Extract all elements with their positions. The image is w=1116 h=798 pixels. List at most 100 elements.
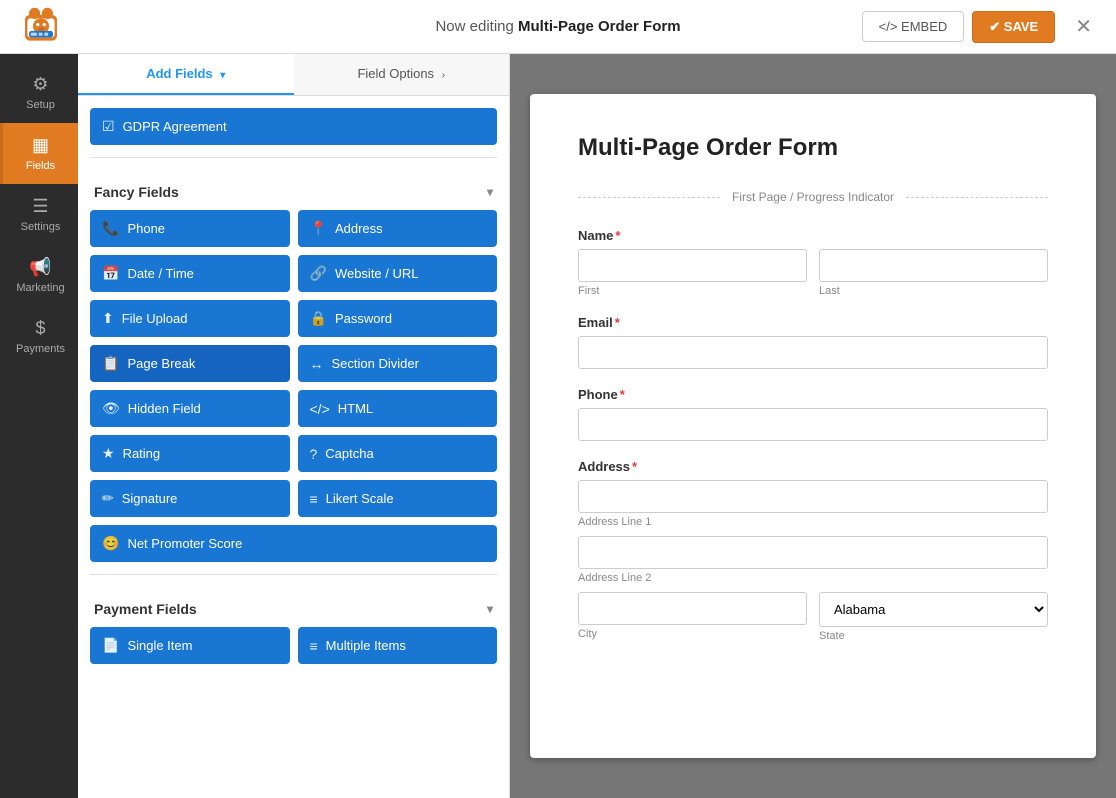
field-name: Name* First Last: [578, 228, 1048, 297]
page-indicator: First Page / Progress Indicator: [578, 190, 1048, 204]
form-title: Multi-Page Order Form: [578, 134, 1048, 162]
address-line2-input[interactable]: [578, 536, 1048, 569]
captcha-icon: ?: [310, 446, 318, 462]
sidebar-item-payments[interactable]: $ Payments: [0, 306, 78, 367]
single-item-icon: 📄: [102, 637, 119, 654]
address-state-select[interactable]: Alabama: [819, 592, 1048, 627]
sidebar-item-fields-label: Fields: [26, 160, 55, 172]
form-preview: Multi-Page Order Form First Page / Progr…: [510, 54, 1116, 798]
fancy-fields-chevron: ▾: [487, 185, 493, 199]
hidden-field-icon: 👁: [102, 400, 120, 417]
multiple-items-icon: ≡: [310, 638, 318, 654]
date-time-icon: 📅: [102, 265, 119, 282]
html-icon: </>: [310, 401, 330, 417]
section-divider-icon: ↔: [310, 356, 324, 372]
required-asterisk-address: *: [632, 459, 637, 474]
field-btn-phone[interactable]: 📞 Phone: [90, 210, 290, 247]
setup-icon: ⚙: [32, 74, 48, 95]
page-indicator-line-left: [578, 197, 720, 198]
email-input[interactable]: [578, 336, 1048, 369]
name-last-input[interactable]: [819, 249, 1048, 282]
name-last-sublabel: Last: [819, 285, 1048, 297]
sidebar-item-fields[interactable]: ▦ Fields: [0, 123, 78, 184]
required-asterisk-email: *: [615, 315, 620, 330]
app-logo: [16, 5, 66, 49]
close-button[interactable]: ✕: [1067, 10, 1100, 43]
address-city-sublabel: City: [578, 628, 807, 640]
tab-add-arrow: ▾: [220, 70, 225, 81]
file-upload-icon: ⬆: [102, 310, 114, 327]
rating-icon: ★: [102, 445, 115, 462]
form-name: Multi-Page Order Form: [518, 18, 681, 35]
name-first-sublabel: First: [578, 285, 807, 297]
form-editing-label: Now editing Multi-Page Order Form: [435, 18, 680, 35]
field-btn-date-time[interactable]: 📅 Date / Time: [90, 255, 290, 292]
fancy-fields-grid: 📞 Phone 📍 Address 📅 Date / Time 🔗 Websit…: [90, 210, 497, 562]
field-btn-file-upload[interactable]: ⬆ File Upload: [90, 300, 290, 337]
top-bar-actions: </> EMBED ✔ SAVE ✕: [862, 10, 1100, 43]
address-city-input[interactable]: [578, 592, 807, 625]
field-phone: Phone*: [578, 387, 1048, 441]
field-btn-hidden-field[interactable]: 👁 Hidden Field: [90, 390, 290, 427]
address-icon: 📍: [310, 220, 327, 237]
phone-icon: 📞: [102, 220, 119, 237]
field-btn-gdpr-agreement[interactable]: ☑ GDPR Agreement: [90, 108, 497, 145]
likert-icon: ≡: [310, 491, 318, 507]
sidebar-item-setup-label: Setup: [26, 99, 55, 111]
signature-icon: ✏: [102, 490, 114, 507]
sidebar-item-setup[interactable]: ⚙ Setup: [0, 62, 78, 123]
address-line2-sublabel: Address Line 2: [578, 572, 1048, 584]
field-email: Email*: [578, 315, 1048, 369]
save-button[interactable]: ✔ SAVE: [972, 11, 1055, 43]
field-btn-section-divider[interactable]: ↔ Section Divider: [298, 345, 498, 382]
settings-icon: ☰: [32, 196, 48, 217]
payment-fields-chevron: ▾: [487, 602, 493, 616]
page-indicator-line-right: [906, 197, 1048, 198]
field-btn-signature[interactable]: ✏ Signature: [90, 480, 290, 517]
sidebar-item-settings[interactable]: ☰ Settings: [0, 184, 78, 245]
field-btn-rating[interactable]: ★ Rating: [90, 435, 290, 472]
main-layout: ⚙ Setup ▦ Fields ☰ Settings 📢 Marketing …: [0, 54, 1116, 798]
address-city-col: City: [578, 592, 807, 642]
website-icon: 🔗: [310, 265, 327, 282]
marketing-icon: 📢: [29, 257, 51, 278]
name-row: First Last: [578, 249, 1048, 297]
phone-input[interactable]: [578, 408, 1048, 441]
field-btn-captcha[interactable]: ? Captcha: [298, 435, 498, 472]
field-phone-label: Phone*: [578, 387, 1048, 402]
panel-tabs: Add Fields ▾ Field Options ›: [78, 54, 509, 96]
field-address: Address* Address Line 1 Address Line 2 C…: [578, 459, 1048, 642]
field-btn-address[interactable]: 📍 Address: [298, 210, 498, 247]
name-last-col: Last: [819, 249, 1048, 297]
sidebar-item-payments-label: Payments: [16, 343, 65, 355]
field-email-label: Email*: [578, 315, 1048, 330]
password-icon: 🔒: [310, 310, 327, 327]
address-line1-input[interactable]: [578, 480, 1048, 513]
name-first-input[interactable]: [578, 249, 807, 282]
gdpr-icon: ☑: [102, 118, 115, 135]
fancy-fields-header[interactable]: Fancy Fields ▾: [90, 170, 497, 210]
field-btn-likert-scale[interactable]: ≡ Likert Scale: [298, 480, 498, 517]
field-btn-multiple-items[interactable]: ≡ Multiple Items: [298, 627, 498, 664]
sidebar-item-settings-label: Settings: [21, 221, 61, 233]
fields-panel: Add Fields ▾ Field Options › ☑ GDPR Agre…: [78, 54, 510, 798]
field-btn-password[interactable]: 🔒 Password: [298, 300, 498, 337]
required-asterisk-phone: *: [620, 387, 625, 402]
payment-fields-header[interactable]: Payment Fields ▾: [90, 587, 497, 627]
sidebar-item-marketing[interactable]: 📢 Marketing: [0, 245, 78, 306]
gdpr-label: GDPR Agreement: [123, 119, 227, 134]
page-break-icon: 📋: [102, 355, 119, 372]
tab-add-fields[interactable]: Add Fields ▾: [78, 54, 294, 95]
field-btn-net-promoter-score[interactable]: 😊 Net Promoter Score: [90, 525, 497, 562]
address-state-sublabel: State: [819, 630, 1048, 642]
tab-field-options[interactable]: Field Options ›: [294, 54, 510, 95]
embed-button[interactable]: </> EMBED: [862, 11, 965, 42]
field-btn-html[interactable]: </> HTML: [298, 390, 498, 427]
field-btn-website-url[interactable]: 🔗 Website / URL: [298, 255, 498, 292]
field-btn-single-item[interactable]: 📄 Single Item: [90, 627, 290, 664]
sidebar-item-marketing-label: Marketing: [16, 282, 64, 294]
sidebar-dark: ⚙ Setup ▦ Fields ☰ Settings 📢 Marketing …: [0, 54, 78, 798]
fields-icon: ▦: [32, 135, 49, 156]
payments-icon: $: [35, 318, 45, 339]
field-btn-page-break[interactable]: 📋 Page Break: [90, 345, 290, 382]
